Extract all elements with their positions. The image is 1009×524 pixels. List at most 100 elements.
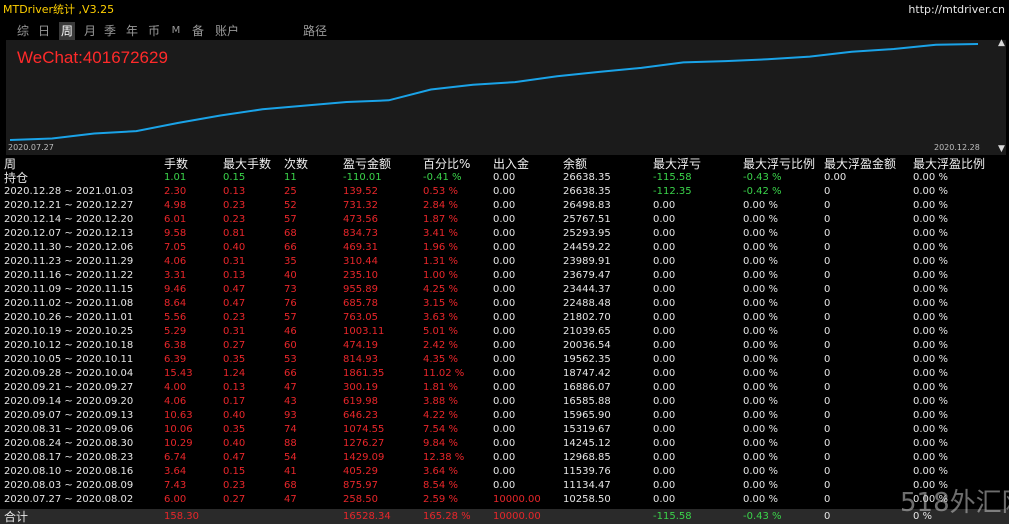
row-1-col-percent: 0.53 % <box>423 186 458 197</box>
holding-col-max-floating-profit-pct: 0.00 % <box>913 172 948 183</box>
tab-2[interactable]: 周 <box>59 22 75 40</box>
row-22-col-percent: 8.54 % <box>423 480 458 491</box>
row-13-col-count: 53 <box>284 354 297 365</box>
tab-3[interactable]: 月 <box>82 22 98 40</box>
row-21-col-max-floating-loss-pct: 0.00 % <box>743 466 778 477</box>
row-6-col-max-floating-loss-pct: 0.00 % <box>743 256 778 267</box>
row-19-col-max-lots: 0.40 <box>223 438 246 449</box>
window-title: MTDriver统计 ,V3.25 <box>3 3 115 16</box>
scroll-down-icon[interactable]: ▼ <box>998 144 1005 154</box>
row-15-col-balance: 16886.07 <box>563 382 611 393</box>
row-9-col-max-floating-loss-pct: 0.00 % <box>743 298 778 309</box>
chart-date-start: 2020.07.27 <box>8 143 54 152</box>
row-6-col-deposit: 0.00 <box>493 256 516 267</box>
row-4-col-max-floating-loss-pct: 0.00 % <box>743 228 778 239</box>
row-22-col-deposit: 0.00 <box>493 480 516 491</box>
row-17-col-percent: 4.22 % <box>423 410 458 421</box>
total-col-week: 合计 <box>4 510 29 524</box>
row-9-col-pnl: 685.78 <box>343 298 378 309</box>
row-14-col-week: 2020.09.28 ~ 2020.10.04 <box>4 368 134 379</box>
header-col-max-floating-loss-pct: 最大浮亏比例 <box>743 157 816 171</box>
tab-8[interactable]: 备 <box>190 22 206 40</box>
row-18-col-deposit: 0.00 <box>493 424 516 435</box>
total-col-lots: 158.30 <box>164 511 199 522</box>
row-15-col-deposit: 0.00 <box>493 382 516 393</box>
row-5-col-count: 66 <box>284 242 297 253</box>
row-11-col-max-floating-loss: 0.00 <box>653 326 676 337</box>
row-17-col-week: 2020.09.07 ~ 2020.09.13 <box>4 410 134 421</box>
row-20-col-max-floating-profit: 0 <box>824 452 831 463</box>
row-4-col-lots: 9.58 <box>164 228 187 239</box>
row-12-col-pnl: 474.19 <box>343 340 378 351</box>
row-21-col-max-floating-loss: 0.00 <box>653 466 676 477</box>
header-col-lots: 手数 <box>164 157 189 171</box>
row-19-col-max-floating-profit-pct: 0.00 % <box>913 438 948 449</box>
row-1-col-lots: 2.30 <box>164 186 187 197</box>
row-6-col-max-lots: 0.31 <box>223 256 246 267</box>
row-13-col-pnl: 814.93 <box>343 354 378 365</box>
tab-5[interactable]: 年 <box>124 22 140 40</box>
row-17-col-deposit: 0.00 <box>493 410 516 421</box>
row-18-col-max-floating-profit: 0 <box>824 424 831 435</box>
row-19-col-count: 88 <box>284 438 297 449</box>
row-14-col-lots: 15.43 <box>164 368 193 379</box>
row-16-col-max-lots: 0.17 <box>223 396 246 407</box>
row-20-col-percent: 12.38 % <box>423 452 465 463</box>
holding-col-balance: 26638.35 <box>563 172 611 183</box>
row-9-col-deposit: 0.00 <box>493 298 516 309</box>
row-2-col-balance: 26498.83 <box>563 200 611 211</box>
row-8-col-balance: 23444.37 <box>563 284 611 295</box>
row-15-col-max-lots: 0.13 <box>223 382 246 393</box>
header-col-max-floating-profit-pct: 最大浮盈比例 <box>913 157 986 171</box>
row-12-col-balance: 20036.54 <box>563 340 611 351</box>
row-17-col-count: 93 <box>284 410 297 421</box>
row-21-col-max-floating-profit: 0 <box>824 466 831 477</box>
row-3-col-max-floating-profit-pct: 0.00 % <box>913 214 948 225</box>
tab-1[interactable]: 日 <box>36 22 52 40</box>
scroll-up-icon[interactable]: ▲ <box>998 38 1005 48</box>
row-17-col-balance: 15965.90 <box>563 410 611 421</box>
row-5-col-max-floating-profit-pct: 0.00 % <box>913 242 948 253</box>
site-link[interactable]: http://mtdriver.cn <box>908 3 1005 17</box>
row-2-col-percent: 2.84 % <box>423 200 458 211</box>
tab-4[interactable]: 季 <box>102 22 118 40</box>
tab-9[interactable]: 账户 <box>213 22 241 40</box>
row-12-col-max-floating-profit-pct: 0.00 % <box>913 340 948 351</box>
tab-7[interactable]: M <box>170 22 182 40</box>
row-18-col-week: 2020.08.31 ~ 2020.09.06 <box>4 424 134 435</box>
chart-date-end: 2020.12.28 <box>934 143 980 152</box>
tab-0[interactable]: 综 <box>15 22 31 40</box>
row-6-col-count: 35 <box>284 256 297 267</box>
row-13-col-balance: 19562.35 <box>563 354 611 365</box>
tab-6[interactable]: 币 <box>146 22 162 40</box>
row-18-col-max-floating-loss-pct: 0.00 % <box>743 424 778 435</box>
row-9-col-max-floating-loss: 0.00 <box>653 298 676 309</box>
row-13-col-max-floating-profit: 0 <box>824 354 831 365</box>
tab-10[interactable]: 路径 <box>301 22 329 40</box>
row-1-col-max-floating-profit: 0 <box>824 186 831 197</box>
row-15-col-max-floating-loss-pct: 0.00 % <box>743 382 778 393</box>
row-10-col-max-floating-profit: 0 <box>824 312 831 323</box>
row-5-col-deposit: 0.00 <box>493 242 516 253</box>
row-6-col-max-floating-loss: 0.00 <box>653 256 676 267</box>
row-3-col-balance: 25767.51 <box>563 214 611 225</box>
row-8-col-percent: 4.25 % <box>423 284 458 295</box>
row-5-col-lots: 7.05 <box>164 242 187 253</box>
row-17-col-pnl: 646.23 <box>343 410 378 421</box>
row-1-col-balance: 26638.35 <box>563 186 611 197</box>
row-13-col-max-floating-profit-pct: 0.00 % <box>913 354 948 365</box>
row-9-col-percent: 3.15 % <box>423 298 458 309</box>
row-10-col-week: 2020.10.26 ~ 2020.11.01 <box>4 312 134 323</box>
row-15-col-percent: 1.81 % <box>423 382 458 393</box>
row-13-col-max-floating-loss: 0.00 <box>653 354 676 365</box>
row-11-col-week: 2020.10.19 ~ 2020.10.25 <box>4 326 134 337</box>
row-7-col-lots: 3.31 <box>164 270 187 281</box>
row-21-col-pnl: 405.29 <box>343 466 378 477</box>
row-2-col-max-floating-loss: 0.00 <box>653 200 676 211</box>
row-7-col-max-floating-loss-pct: 0.00 % <box>743 270 778 281</box>
row-23-col-max-floating-profit: 0 <box>824 494 831 505</box>
row-2-col-count: 52 <box>284 200 297 211</box>
row-7-col-max-floating-profit-pct: 0.00 % <box>913 270 948 281</box>
row-18-col-pnl: 1074.55 <box>343 424 385 435</box>
row-3-col-deposit: 0.00 <box>493 214 516 225</box>
